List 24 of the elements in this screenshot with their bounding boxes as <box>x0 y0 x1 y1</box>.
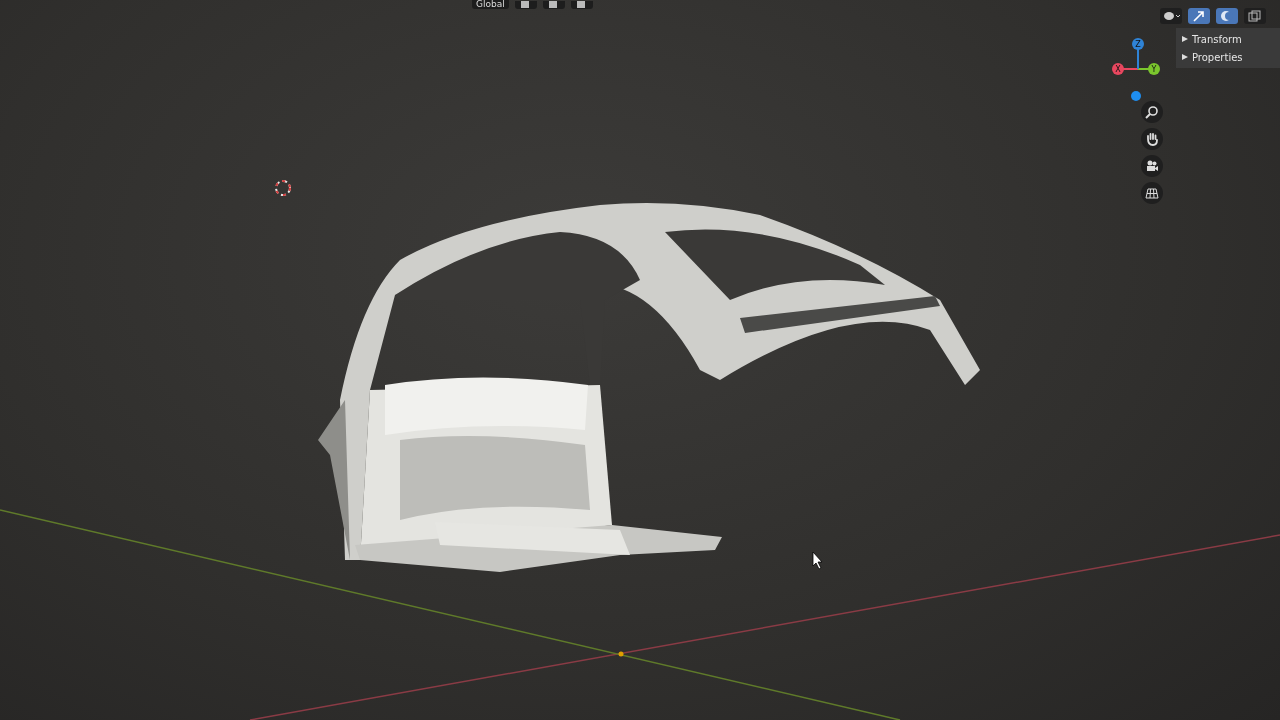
mouse-pointer-icon <box>812 551 823 570</box>
world-origin-icon <box>618 651 624 657</box>
orientation-dropdown[interactable]: Global <box>472 0 509 9</box>
xray-toggle-button[interactable] <box>1244 8 1266 24</box>
3d-viewport[interactable]: Global Transform Properties X Y Z <box>0 0 1280 720</box>
axis-handle[interactable]: Z <box>1132 38 1144 50</box>
negative-axis-handle[interactable] <box>1131 91 1141 101</box>
arrow-icon <box>1192 10 1206 22</box>
3d-cursor-icon <box>275 180 291 196</box>
gizmo-toggle-button[interactable] <box>1188 8 1210 24</box>
panel-header[interactable]: Properties <box>1182 49 1274 65</box>
panel-header[interactable]: Transform <box>1182 31 1274 47</box>
grid-view-icon[interactable] <box>1141 182 1163 204</box>
hand-icon[interactable] <box>1141 128 1163 150</box>
disclosure-triangle-icon <box>1182 54 1188 60</box>
overlays-toggle-button[interactable] <box>1216 8 1238 24</box>
zoom-icon[interactable] <box>1141 101 1163 123</box>
navigation-gizmo[interactable]: X Y Z <box>1108 34 1168 104</box>
axis-handle[interactable]: Y <box>1148 63 1160 75</box>
visibility-dropdown[interactable] <box>1160 8 1182 24</box>
overlapping-circles-icon <box>1220 10 1234 22</box>
disclosure-triangle-icon <box>1182 36 1188 42</box>
axis-handle[interactable]: X <box>1112 63 1124 75</box>
camera-icon[interactable] <box>1141 155 1163 177</box>
